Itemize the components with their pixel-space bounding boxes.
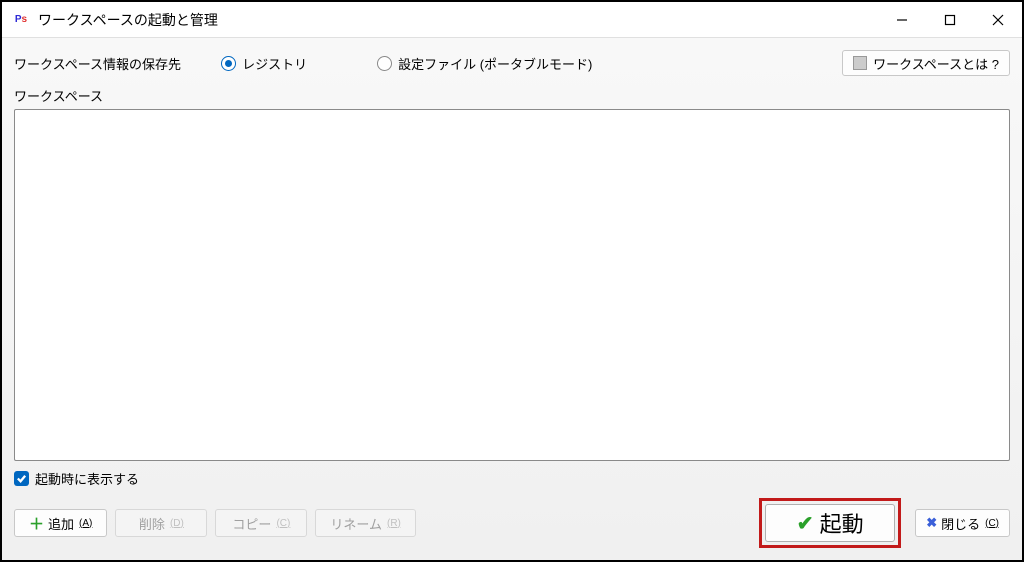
delete-hotkey: (D) (170, 518, 184, 529)
help-button-label: ワークスペースとは ? (873, 54, 999, 73)
radio-config-file-label: 設定ファイル (ポータブルモード) (398, 54, 592, 73)
title-bar: Ps ワークスペースの起動と管理 (2, 2, 1022, 38)
add-button-label: 追加 (48, 514, 74, 533)
copy-button[interactable]: コピー (C) (215, 509, 307, 537)
launch-highlight: ✔ 起動 (759, 498, 901, 548)
radio-registry-label: レジストリ (242, 54, 307, 73)
close-button[interactable]: ✖ 閉じる (C) (915, 509, 1010, 537)
content-area: ワークスペース情報の保存先 レジストリ 設定ファイル (ポータブルモード) ワー… (2, 38, 1022, 560)
storage-row: ワークスペース情報の保存先 レジストリ 設定ファイル (ポータブルモード) ワー… (14, 48, 1010, 78)
launch-button[interactable]: ✔ 起動 (765, 504, 895, 542)
rename-button-label: リネーム (330, 514, 382, 533)
copy-button-label: コピー (232, 514, 271, 533)
show-on-startup-checkbox[interactable] (14, 471, 29, 486)
close-window-button[interactable] (974, 2, 1022, 37)
radio-icon (221, 56, 236, 71)
bottom-button-row: ＋ 追加 (A) 削除 (D) コピー (C) リネーム (R) ✔ 起動 (14, 498, 1010, 548)
close-hotkey: (C) (985, 518, 999, 529)
storage-radio-group: レジストリ 設定ファイル (ポータブルモード) (221, 54, 592, 73)
close-icon: ✖ (926, 515, 937, 531)
delete-button-label: 削除 (139, 514, 165, 533)
bottom-right-group: ✔ 起動 ✖ 閉じる (C) (759, 498, 1010, 548)
storage-label: ワークスペース情報の保存先 (14, 54, 181, 73)
radio-config-file[interactable]: 設定ファイル (ポータブルモード) (377, 54, 592, 73)
rename-button[interactable]: リネーム (R) (315, 509, 416, 537)
launch-button-label: 起動 (820, 507, 864, 539)
rename-hotkey: (R) (387, 518, 401, 529)
window-title: ワークスペースの起動と管理 (38, 10, 878, 30)
radio-registry[interactable]: レジストリ (221, 54, 307, 73)
add-button[interactable]: ＋ 追加 (A) (14, 509, 107, 537)
minimize-button[interactable] (878, 2, 926, 37)
radio-icon (377, 56, 392, 71)
check-icon: ✔ (797, 511, 814, 536)
maximize-button[interactable] (926, 2, 974, 37)
workspace-manager-window: Ps ワークスペースの起動と管理 ワークスペース情報の保存先 レジストリ (2, 2, 1022, 560)
show-on-startup-label: 起動時に表示する (35, 469, 139, 488)
document-icon (853, 56, 867, 70)
delete-button[interactable]: 削除 (D) (115, 509, 207, 537)
window-controls (878, 2, 1022, 37)
workspace-help-button[interactable]: ワークスペースとは ? (842, 50, 1010, 76)
workspace-listbox[interactable] (14, 109, 1010, 461)
add-hotkey: (A) (79, 518, 92, 529)
workspace-list-label: ワークスペース (14, 86, 1010, 105)
app-icon: Ps (12, 11, 30, 29)
close-button-label: 閉じる (941, 514, 980, 533)
plus-icon: ＋ (29, 513, 44, 534)
show-on-startup-row: 起動時に表示する (14, 469, 1010, 488)
copy-hotkey: (C) (276, 518, 290, 529)
